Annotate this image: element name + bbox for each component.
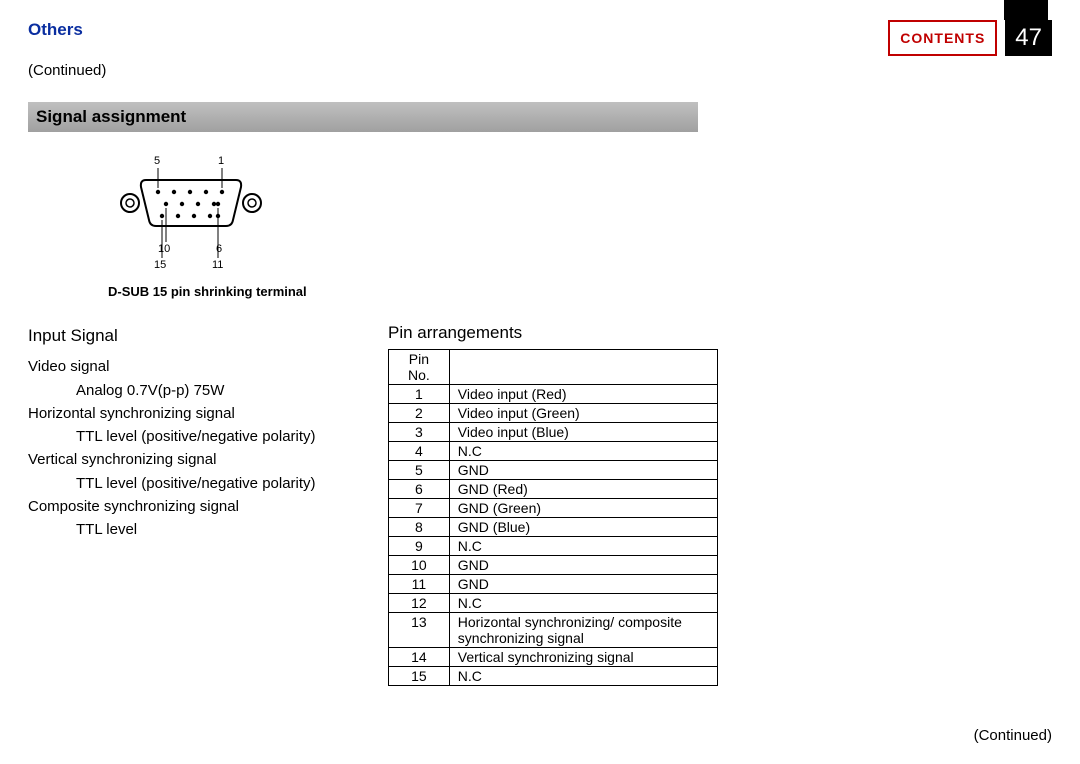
- table-row: 14Vertical synchronizing signal: [389, 648, 718, 667]
- pin-no-cell: 13: [389, 613, 450, 648]
- pin-no-cell: 14: [389, 648, 450, 667]
- section-label: Others: [28, 20, 83, 40]
- pin-desc-cell: N.C: [449, 442, 717, 461]
- table-row: 9N.C: [389, 537, 718, 556]
- table-row: 15N.C: [389, 667, 718, 686]
- table-row: 10GND: [389, 556, 718, 575]
- table-row: 13Horizontal synchronizing/ composite sy…: [389, 613, 718, 648]
- continued-bottom: (Continued): [974, 727, 1052, 744]
- pin-label-1: 1: [218, 155, 224, 167]
- pin-desc-header: [449, 350, 717, 385]
- pin-desc-cell: N.C: [449, 537, 717, 556]
- pin-label-6: 6: [216, 243, 222, 255]
- pin-table: Pin No.1Video input (Red)2Video input (G…: [388, 349, 718, 686]
- pin-no-cell: 1: [389, 385, 450, 404]
- diagram-caption: D-SUB 15 pin shrinking terminal: [108, 284, 307, 299]
- signal-line: Vertical synchronizing signal: [28, 448, 358, 471]
- pin-label-10: 10: [158, 243, 170, 255]
- pin-desc-cell: GND: [449, 556, 717, 575]
- signal-line: Horizontal synchronizing signal: [28, 402, 358, 425]
- pin-desc-cell: N.C: [449, 594, 717, 613]
- pin-desc-cell: GND: [449, 575, 717, 594]
- table-row: 4N.C: [389, 442, 718, 461]
- top-right-group: CONTENTS 47: [888, 20, 1052, 56]
- section-title-bar: Signal assignment: [28, 102, 698, 132]
- signal-line: TTL level (positive/negative polarity): [76, 425, 358, 448]
- signal-line: Composite synchronizing signal: [28, 495, 358, 518]
- table-header-row: Pin No.: [389, 350, 718, 385]
- pin-desc-cell: GND (Red): [449, 480, 717, 499]
- table-row: 3Video input (Blue): [389, 423, 718, 442]
- input-signal-heading: Input Signal: [28, 323, 358, 349]
- pin-no-cell: 3: [389, 423, 450, 442]
- pin-no-cell: 9: [389, 537, 450, 556]
- contents-button[interactable]: CONTENTS: [888, 20, 997, 56]
- pin-no-cell: 4: [389, 442, 450, 461]
- pin-label-15: 15: [154, 259, 166, 271]
- pin-arrangements-heading: Pin arrangements: [388, 323, 718, 343]
- signal-line: Analog 0.7V(p-p) 75W: [76, 379, 358, 402]
- pin-desc-cell: GND (Green): [449, 499, 717, 518]
- pin-no-cell: 11: [389, 575, 450, 594]
- top-bar: Others CONTENTS 47: [28, 20, 1052, 56]
- connector-diagram: 5 1 10 6 15 11: [110, 150, 290, 280]
- signal-line: TTL level (positive/negative polarity): [76, 472, 358, 495]
- pin-desc-cell: Horizontal synchronizing/ composite sync…: [449, 613, 717, 648]
- page-tab-extension: [1004, 0, 1048, 20]
- pin-arrangements-column: Pin arrangements Pin No.1Video input (Re…: [388, 323, 718, 686]
- pin-no-cell: 2: [389, 404, 450, 423]
- table-row: 7GND (Green): [389, 499, 718, 518]
- pin-desc-cell: Video input (Blue): [449, 423, 717, 442]
- signal-line: TTL level: [76, 518, 358, 541]
- table-row: 8GND (Blue): [389, 518, 718, 537]
- pin-no-cell: 15: [389, 667, 450, 686]
- pin-no-cell: 12: [389, 594, 450, 613]
- table-row: 2Video input (Green): [389, 404, 718, 423]
- pin-no-cell: 5: [389, 461, 450, 480]
- pin-no-cell: 8: [389, 518, 450, 537]
- input-signal-column: Input Signal Video signalAnalog 0.7V(p-p…: [28, 323, 358, 541]
- table-row: 1Video input (Red): [389, 385, 718, 404]
- table-row: 5GND: [389, 461, 718, 480]
- table-row: 6GND (Red): [389, 480, 718, 499]
- page-number: 47: [1005, 20, 1052, 56]
- pin-no-cell: 7: [389, 499, 450, 518]
- pin-label-11: 11: [212, 259, 223, 271]
- pin-desc-cell: Vertical synchronizing signal: [449, 648, 717, 667]
- pin-desc-cell: Video input (Red): [449, 385, 717, 404]
- pin-no-header: Pin No.: [389, 350, 450, 385]
- pin-no-cell: 10: [389, 556, 450, 575]
- signal-line: Video signal: [28, 355, 358, 378]
- pin-desc-cell: Video input (Green): [449, 404, 717, 423]
- pin-desc-cell: N.C: [449, 667, 717, 686]
- table-row: 11GND: [389, 575, 718, 594]
- pin-desc-cell: GND: [449, 461, 717, 480]
- continued-top: (Continued): [28, 62, 106, 79]
- pin-label-5: 5: [154, 155, 160, 167]
- pin-no-cell: 6: [389, 480, 450, 499]
- table-row: 12N.C: [389, 594, 718, 613]
- pin-desc-cell: GND (Blue): [449, 518, 717, 537]
